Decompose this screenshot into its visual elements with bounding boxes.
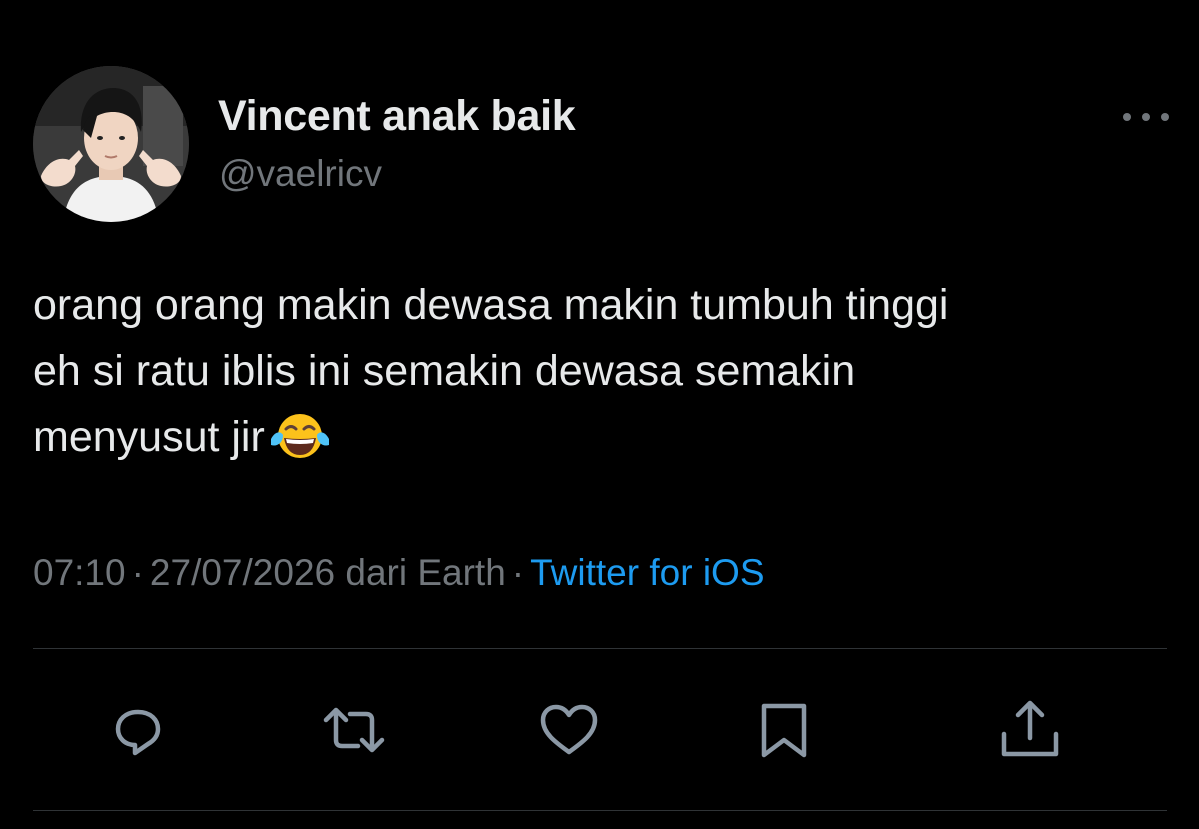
tweet-metadata: 07:10 · 27/07/2026 dari Earth · Twitter for … [33, 552, 765, 594]
more-dot-icon [1161, 113, 1169, 121]
retweet-button[interactable] [322, 698, 386, 762]
action-bar [0, 698, 1199, 762]
tweet-text-line: orang orang makin dewasa makin tumbuh ti… [33, 281, 949, 329]
heart-icon [540, 704, 598, 755]
tweet-text: orang orang makin dewasa makin tumbuh ti… [33, 272, 1173, 470]
bookmark-button[interactable] [752, 698, 816, 762]
avatar-photo [33, 66, 189, 222]
tweet-text-line: eh si ratu iblis ini semakin dewasa sema… [33, 347, 856, 395]
share-button[interactable] [998, 698, 1062, 762]
tweet-source-link[interactable]: Twitter for iOS [530, 552, 764, 593]
user-handle[interactable]: @vaelricv [219, 153, 382, 195]
bookmark-icon [761, 703, 807, 758]
divider [33, 648, 1167, 649]
retweet-icon [323, 707, 385, 753]
more-dot-icon [1123, 113, 1131, 121]
meta-separator: · [511, 552, 525, 593]
share-icon [1001, 700, 1059, 757]
face-with-tears-of-joy-icon [270, 414, 329, 458]
tweet-time: 07:10 [33, 552, 126, 593]
reply-button[interactable] [106, 698, 170, 762]
more-options-button[interactable] [1123, 106, 1169, 128]
meta-separator: · [131, 552, 144, 593]
more-dot-icon [1142, 113, 1150, 121]
tweet-date-location: 27/07/2026 dari Earth [149, 552, 506, 593]
tweet-text-line: menyusut jir [33, 413, 265, 461]
avatar[interactable] [33, 66, 189, 222]
tweet-detail: Vincent anak baik @vaelricv orang orang … [0, 0, 1199, 829]
tweet-text-line-last: menyusut jir [33, 404, 1173, 470]
display-name[interactable]: Vincent anak baik [218, 92, 576, 141]
speech-bubble-icon [115, 709, 161, 756]
divider [33, 810, 1167, 811]
like-button[interactable] [537, 698, 601, 762]
